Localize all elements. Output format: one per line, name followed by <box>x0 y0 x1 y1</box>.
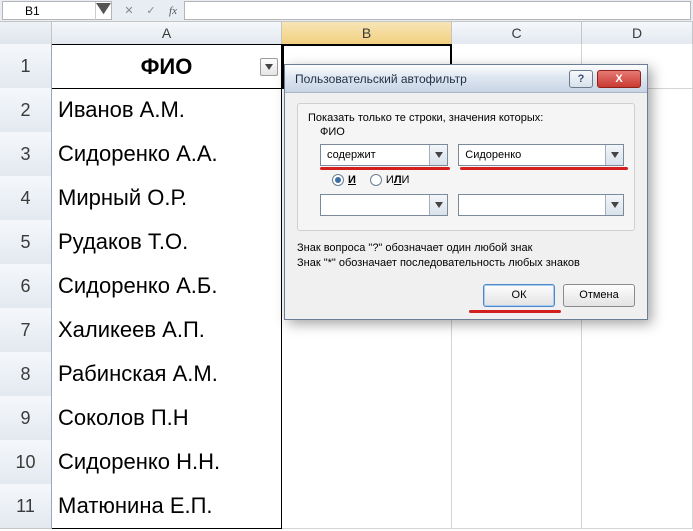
data-cell[interactable]: Матюнина Е.П. <box>52 484 282 529</box>
table-row: 9Соколов П.Н <box>0 396 693 440</box>
data-cell[interactable]: Сидоренко Н.Н. <box>52 440 282 485</box>
condition1-operator-value: содержит <box>321 149 429 161</box>
empty-cell[interactable] <box>282 352 452 397</box>
table-row: 8Рабинская А.М. <box>0 352 693 396</box>
annotation-underline <box>320 167 450 170</box>
chevron-down-icon <box>429 195 447 215</box>
empty-cell[interactable] <box>452 440 582 485</box>
empty-cell[interactable] <box>452 352 582 397</box>
chevron-down-icon <box>429 145 447 165</box>
formula-bar: B1 ✕ ✓ fx <box>0 0 693 22</box>
condition1-value: Сидоренко <box>459 149 605 161</box>
data-cell[interactable]: Сидоренко А.А. <box>52 132 282 177</box>
condition2-value-combo[interactable] <box>458 194 624 216</box>
row-header[interactable]: 9 <box>0 396 52 441</box>
radio-and-label: И <box>348 174 356 186</box>
dialog-titlebar[interactable]: Пользовательский автофильтр ? X <box>285 65 647 93</box>
row-header[interactable]: 1 <box>0 44 52 89</box>
condition2-operator-combo[interactable] <box>320 194 448 216</box>
col-header-B[interactable]: B <box>282 22 452 45</box>
table-row: 10Сидоренко Н.Н. <box>0 440 693 484</box>
row-header[interactable]: 11 <box>0 484 52 529</box>
name-box-value: B1 <box>3 4 95 18</box>
hint-line-1: Знак вопроса "?" обозначает один любой з… <box>297 241 635 256</box>
empty-cell[interactable] <box>282 396 452 441</box>
row-header[interactable]: 8 <box>0 352 52 397</box>
logic-radio-group: И ИЛИ <box>332 174 624 186</box>
empty-cell[interactable] <box>582 484 693 529</box>
cancel-button[interactable]: Отмена <box>563 284 635 307</box>
row-header[interactable]: 6 <box>0 264 52 309</box>
radio-or[interactable]: ИЛИ <box>370 174 410 186</box>
hint-line-2: Знак "*" обозначает последовательность л… <box>297 256 635 271</box>
data-cell[interactable]: Халикеев А.П. <box>52 308 282 353</box>
name-box[interactable]: B1 <box>2 1 112 20</box>
row-header[interactable]: 7 <box>0 308 52 353</box>
annotation-underline <box>460 167 628 170</box>
col-header-A[interactable]: A <box>52 22 282 45</box>
col-header-D[interactable]: D <box>582 22 693 45</box>
empty-cell[interactable] <box>582 396 693 441</box>
data-cell[interactable]: Иванов А.М. <box>52 88 282 133</box>
fx-icon[interactable]: fx <box>164 2 182 20</box>
data-cell[interactable]: Соколов П.Н <box>52 396 282 441</box>
chevron-down-icon <box>605 195 623 215</box>
empty-cell[interactable] <box>582 352 693 397</box>
condition1-operator-combo[interactable]: содержит <box>320 144 448 166</box>
formula-input[interactable] <box>184 1 691 20</box>
row-header[interactable]: 10 <box>0 440 52 485</box>
name-box-dropdown-icon[interactable] <box>95 2 111 20</box>
header-cell[interactable]: ФИО <box>52 44 282 89</box>
row-header[interactable]: 4 <box>0 176 52 221</box>
empty-cell[interactable] <box>282 440 452 485</box>
custom-autofilter-dialog: Пользовательский автофильтр ? X Показать… <box>284 64 648 320</box>
data-cell[interactable]: Рабинская А.М. <box>52 352 282 397</box>
col-header-C[interactable]: C <box>452 22 582 45</box>
accept-formula-icon: ✓ <box>142 2 160 20</box>
row-header[interactable]: 5 <box>0 220 52 265</box>
empty-cell[interactable] <box>282 484 452 529</box>
filter-dropdown-button[interactable] <box>260 58 278 76</box>
ok-button[interactable]: ОК <box>483 284 555 307</box>
help-button[interactable]: ? <box>569 70 593 88</box>
group-title: Показать только те строки, значения кото… <box>308 112 624 124</box>
empty-cell[interactable] <box>582 440 693 485</box>
select-all-corner[interactable] <box>0 22 52 45</box>
chevron-down-icon <box>605 145 623 165</box>
row-header[interactable]: 3 <box>0 132 52 177</box>
data-cell[interactable]: Сидоренко А.Б. <box>52 264 282 309</box>
filter-group: Показать только те строки, значения кото… <box>297 103 635 231</box>
radio-or-label: ИЛИ <box>386 174 410 186</box>
condition1-value-combo[interactable]: Сидоренко <box>458 144 624 166</box>
data-cell[interactable]: Мирный О.Р. <box>52 176 282 221</box>
empty-cell[interactable] <box>452 396 582 441</box>
dialog-title: Пользовательский автофильтр <box>295 72 565 86</box>
data-cell[interactable]: Рудаков Т.О. <box>52 220 282 265</box>
annotation-underline <box>469 310 561 313</box>
empty-cell[interactable] <box>452 484 582 529</box>
table-row: 11Матюнина Е.П. <box>0 484 693 528</box>
close-button[interactable]: X <box>597 70 641 88</box>
field-label: ФИО <box>320 126 624 138</box>
row-header[interactable]: 2 <box>0 88 52 133</box>
cancel-formula-icon: ✕ <box>120 2 138 20</box>
column-headers: A B C D <box>0 22 693 44</box>
formula-controls: ✕ ✓ fx <box>120 0 182 21</box>
radio-and[interactable]: И <box>332 174 356 186</box>
